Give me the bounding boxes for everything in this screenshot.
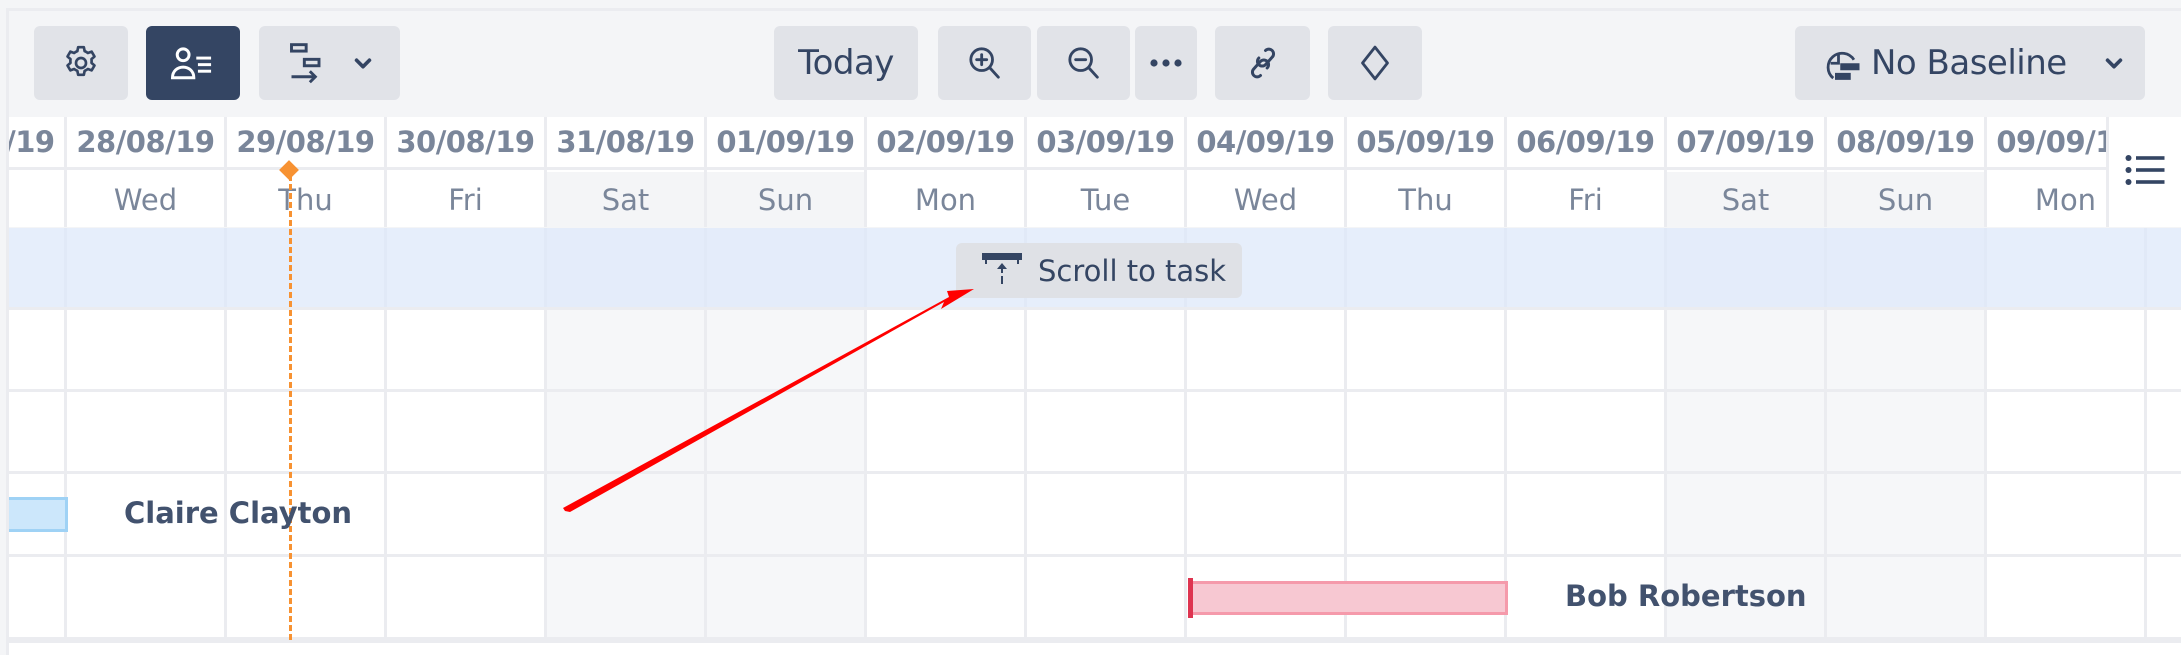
- today-button-label: Today: [798, 43, 894, 83]
- task-assignee-label: Bob Robertson: [1565, 579, 1807, 613]
- column-weekday: Sun: [707, 172, 864, 227]
- gantt-layout-icon: [286, 41, 330, 85]
- baseline-dropdown[interactable]: No Baseline: [1795, 26, 2145, 100]
- column-date: 02/09/19: [867, 117, 1024, 170]
- column-date: 29/08/19: [227, 117, 384, 170]
- gear-icon: [61, 43, 101, 83]
- list-toggle-button[interactable]: [2106, 117, 2181, 227]
- column-weekday: Wed: [1233, 182, 1298, 217]
- milestone-button[interactable]: [1328, 26, 1422, 100]
- grid-row-line: [9, 554, 2181, 557]
- timeline-column-header: 29/08/19 Thu: [227, 117, 387, 227]
- timeline-column-header: 05/09/19 Thu: [1347, 117, 1507, 227]
- scroll-to-task-button[interactable]: Scroll to task: [956, 243, 1242, 298]
- diamond-icon: [1355, 43, 1395, 83]
- column-weekday: Mon: [2034, 182, 2097, 217]
- zoom-out-icon: [1064, 43, 1104, 83]
- more-options-button[interactable]: [1135, 26, 1197, 100]
- today-line: [289, 175, 292, 640]
- resource-view-button[interactable]: [146, 26, 240, 100]
- column-weekday: Fri: [448, 182, 483, 217]
- ellipsis-icon: [1148, 57, 1184, 69]
- grid-row-line: [9, 471, 2181, 474]
- chevron-down-icon: [2103, 52, 2125, 74]
- zoom-out-button[interactable]: [1037, 26, 1130, 100]
- task-bar-start-marker: [1188, 578, 1193, 618]
- column-date: 27/08/19: [9, 117, 64, 170]
- column-date: 09/09/19: [1987, 117, 2106, 170]
- column-date: 08/09/19: [1827, 117, 1984, 170]
- scroll-to-task-label: Scroll to task: [1038, 253, 1227, 288]
- column-date: 07/09/19: [1667, 117, 1824, 170]
- timeline-column-header: 30/08/19 Fri: [387, 117, 547, 227]
- task-bar-bob-robertson[interactable]: [1188, 581, 1508, 615]
- link-tasks-button[interactable]: [1215, 26, 1310, 100]
- zoom-in-icon: [965, 43, 1005, 83]
- timeline-column-header: 06/09/19 Fri: [1507, 117, 1667, 227]
- column-weekday: Sat: [1667, 172, 1824, 227]
- gantt-app: Today No Baseline 19 28/08/19 Wed 29/08/…: [0, 0, 2181, 655]
- task-bar-claire-clayton[interactable]: [9, 497, 68, 532]
- scroll-up-icon: [982, 251, 1022, 290]
- column-weekday: Tue: [9, 172, 64, 227]
- grid-bottom: [9, 640, 2181, 655]
- column-weekday: Thu: [278, 182, 333, 217]
- timeline-header: 27/08/19Tue28/08/19Wed29/08/19Thu30/08/1…: [9, 117, 2106, 227]
- baseline-clock-icon: [1821, 44, 1863, 86]
- column-weekday: Sun: [1827, 172, 1984, 227]
- column-weekday: Thu: [1398, 182, 1453, 217]
- timeline-column-header: 31/08/19 Sat: [547, 117, 707, 227]
- timeline-column-header: 08/09/19 Sun: [1827, 117, 1987, 227]
- column-weekday: Fri: [1568, 182, 1603, 217]
- task-assignee-label: Claire Clayton: [124, 496, 353, 530]
- layout-dropdown-button[interactable]: [259, 26, 400, 100]
- timeline-column-header: 01/09/19 Sun: [707, 117, 867, 227]
- column-date: 31/08/19: [547, 117, 704, 170]
- column-date: 06/09/19: [1507, 117, 1664, 170]
- link-icon: [1243, 43, 1283, 83]
- timeline-column-header: 07/09/19 Sat: [1667, 117, 1827, 227]
- column-weekday: Wed: [113, 182, 178, 217]
- grid-row-line: [9, 307, 2181, 310]
- timeline-column-header: 03/09/19 Tue: [1027, 117, 1187, 227]
- timeline-column-header: 04/09/19 Wed: [1187, 117, 1347, 227]
- today-button[interactable]: Today: [774, 26, 918, 100]
- timeline-column-header: 09/09/19 Mon: [1987, 117, 2106, 227]
- column-weekday: Tue: [1080, 182, 1131, 217]
- person-list-icon: [170, 43, 216, 83]
- baseline-label: No Baseline: [1871, 43, 2067, 83]
- timeline-column-header: 28/08/19 Wed: [67, 117, 227, 227]
- column-date: 03/09/19: [1027, 117, 1184, 170]
- column-date: 30/08/19: [387, 117, 544, 170]
- column-date: 04/09/19: [1187, 117, 1344, 170]
- column-weekday: Sat: [547, 172, 704, 227]
- zoom-in-button[interactable]: [938, 26, 1031, 100]
- column-date: 05/09/19: [1347, 117, 1504, 170]
- timeline-column-header: 27/08/19Tue: [9, 117, 67, 227]
- timeline-column-header: 02/09/19 Mon: [867, 117, 1027, 227]
- column-weekday: Mon: [914, 182, 977, 217]
- settings-button[interactable]: [34, 26, 128, 100]
- column-date: 01/09/19: [707, 117, 864, 170]
- column-date: 28/08/19: [67, 117, 224, 170]
- list-icon: [2124, 152, 2166, 193]
- frame-border-top: [6, 8, 2181, 11]
- grid-row-line: [9, 389, 2181, 392]
- chevron-down-icon: [352, 52, 374, 74]
